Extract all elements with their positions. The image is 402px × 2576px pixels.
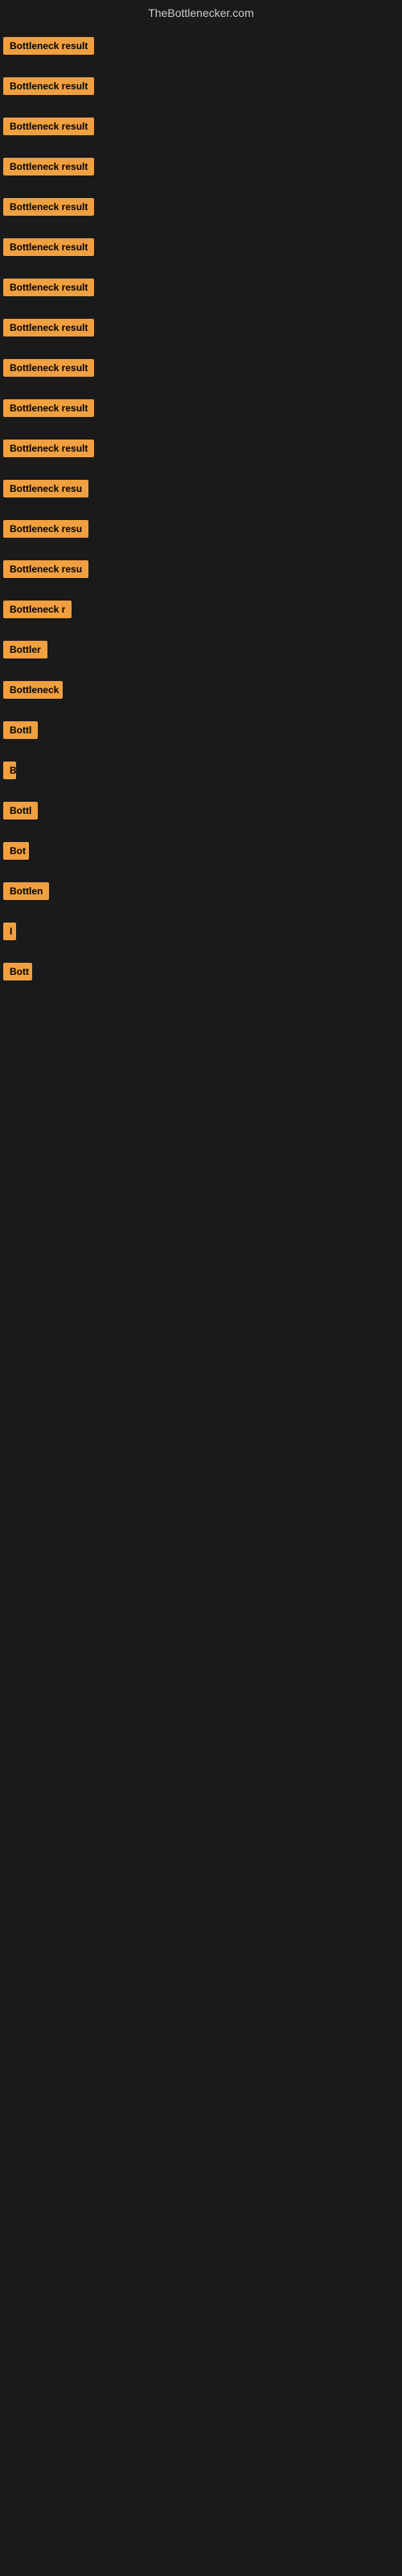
badge-row-10: Bottleneck result: [0, 388, 402, 428]
bottleneck-badge-21: Bot: [3, 842, 29, 860]
badge-row-13: Bottleneck resu: [0, 509, 402, 549]
bottleneck-badge-18: Bottl: [3, 721, 38, 739]
bottleneck-badge-12: Bottleneck resu: [3, 480, 88, 497]
bottleneck-badge-23: I: [3, 923, 16, 940]
badge-row-24: Bott: [0, 952, 402, 992]
badge-row-21: Bot: [0, 831, 402, 871]
bottleneck-badge-15: Bottleneck r: [3, 601, 72, 618]
badge-row-5: Bottleneck result: [0, 187, 402, 227]
badge-row-17: Bottleneck: [0, 670, 402, 710]
badge-row-19: B: [0, 750, 402, 791]
badge-row-12: Bottleneck resu: [0, 469, 402, 509]
bottleneck-badge-24: Bott: [3, 963, 32, 980]
bottleneck-badge-11: Bottleneck result: [3, 440, 94, 457]
site-title: TheBottlenecker.com: [0, 0, 402, 26]
bottleneck-badge-14: Bottleneck resu: [3, 560, 88, 578]
badge-row-1: Bottleneck result: [0, 26, 402, 66]
badges-container: Bottleneck result Bottleneck result Bottle…: [0, 26, 402, 992]
bottleneck-badge-13: Bottleneck resu: [3, 520, 88, 538]
badge-row-22: Bottlen: [0, 871, 402, 911]
badge-row-11: Bottleneck result: [0, 428, 402, 469]
badge-row-23: I: [0, 911, 402, 952]
badge-row-16: Bottler: [0, 630, 402, 670]
bottleneck-badge-2: Bottleneck result: [3, 77, 94, 95]
badge-row-18: Bottl: [0, 710, 402, 750]
bottleneck-badge-19: B: [3, 762, 16, 779]
badge-row-8: Bottleneck result: [0, 308, 402, 348]
badge-row-4: Bottleneck result: [0, 147, 402, 187]
badge-row-2: Bottleneck result: [0, 66, 402, 106]
bottleneck-badge-16: Bottler: [3, 641, 47, 658]
badge-row-6: Bottleneck result: [0, 227, 402, 267]
badge-row-14: Bottleneck resu: [0, 549, 402, 589]
badge-row-9: Bottleneck result: [0, 348, 402, 388]
badge-row-3: Bottleneck result: [0, 106, 402, 147]
bottleneck-badge-1: Bottleneck result: [3, 37, 94, 55]
bottleneck-badge-4: Bottleneck result: [3, 158, 94, 175]
badge-row-20: Bottl: [0, 791, 402, 831]
bottleneck-badge-22: Bottlen: [3, 882, 49, 900]
bottleneck-badge-20: Bottl: [3, 802, 38, 819]
bottleneck-badge-9: Bottleneck result: [3, 359, 94, 377]
bottleneck-badge-7: Bottleneck result: [3, 279, 94, 296]
site-title-bar: TheBottlenecker.com: [0, 0, 402, 26]
badge-row-15: Bottleneck r: [0, 589, 402, 630]
badge-row-7: Bottleneck result: [0, 267, 402, 308]
bottleneck-badge-17: Bottleneck: [3, 681, 63, 699]
bottleneck-badge-5: Bottleneck result: [3, 198, 94, 216]
bottleneck-badge-10: Bottleneck result: [3, 399, 94, 417]
bottleneck-badge-3: Bottleneck result: [3, 118, 94, 135]
bottleneck-badge-8: Bottleneck result: [3, 319, 94, 336]
bottleneck-badge-6: Bottleneck result: [3, 238, 94, 256]
